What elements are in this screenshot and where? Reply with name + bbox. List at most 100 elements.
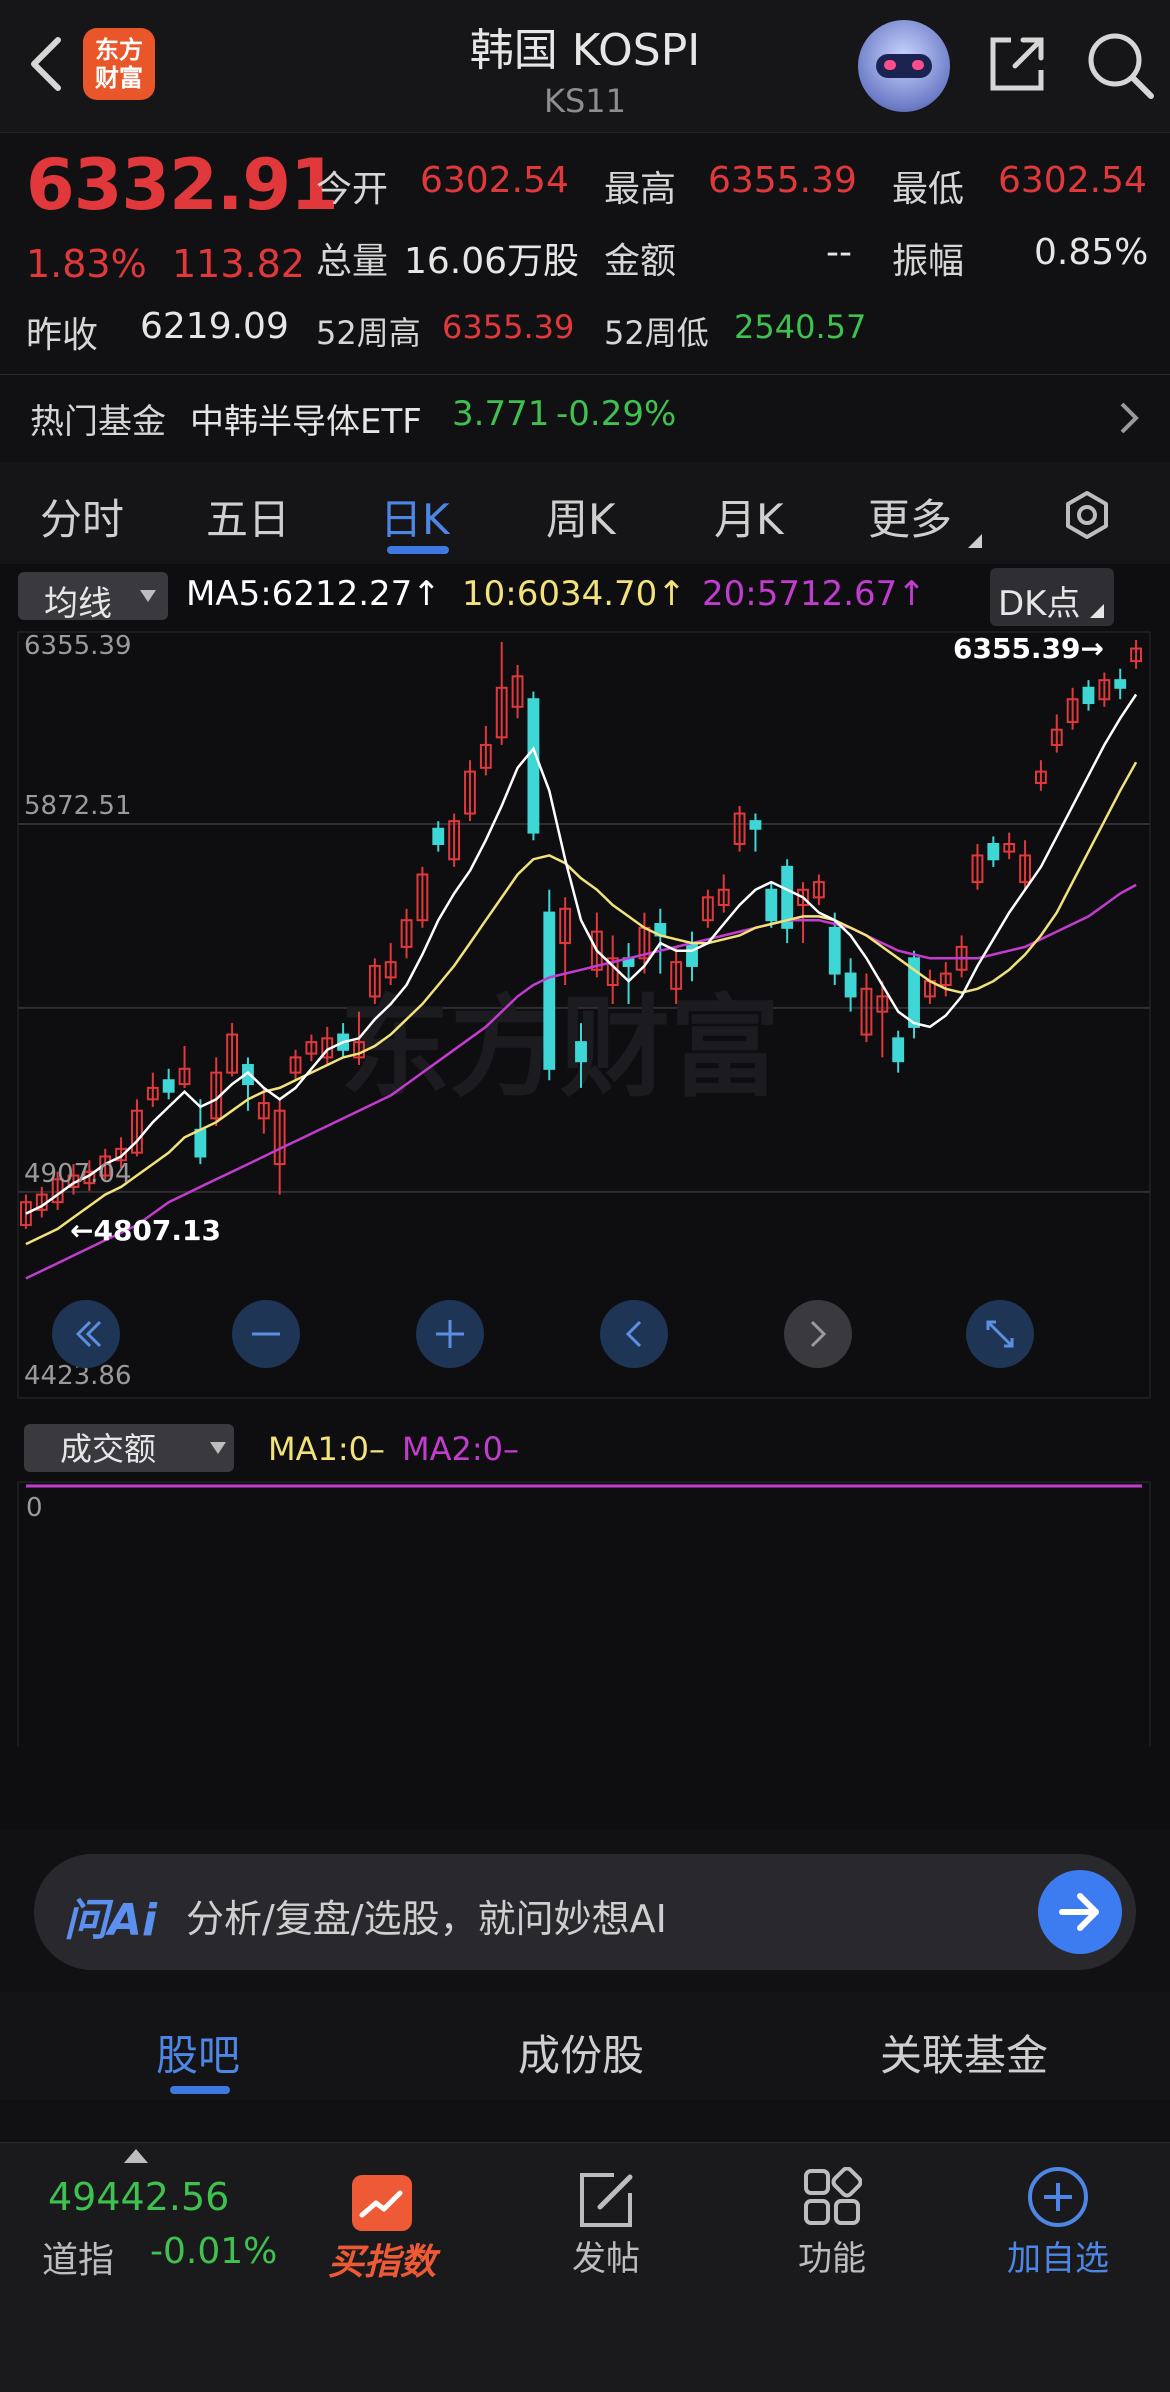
turnover-selector-label: 成交额 bbox=[60, 1430, 156, 1468]
active-tab-indicator bbox=[387, 546, 449, 554]
ma20-value: 20:5712.67↑ bbox=[702, 574, 926, 614]
candle-body bbox=[987, 843, 1000, 861]
divider bbox=[0, 374, 1170, 375]
ai-prompt-input[interactable]: 分析/复盘/选股，就问妙想AI bbox=[186, 1888, 667, 1943]
open-label: 今开 bbox=[316, 169, 389, 210]
chevron-right-icon[interactable] bbox=[784, 1300, 852, 1368]
tab-related-funds[interactable]: 关联基金 bbox=[880, 2022, 1048, 2083]
kline-svg[interactable]: 东方财富 6355.395872.514907.044423.866355.39… bbox=[0, 626, 1170, 1746]
chart-controls bbox=[52, 1300, 1034, 1368]
hot-fund-label: 热门基金 bbox=[30, 402, 166, 442]
top-nav-bar: 东方 财富 韩国 KOSPI KS11 bbox=[0, 0, 1170, 133]
vol-ma1-label: MA1:0– bbox=[268, 1430, 385, 1468]
candle-body bbox=[1082, 686, 1095, 705]
max-price-marker: 6355.39→ bbox=[953, 632, 1104, 665]
candle-body bbox=[162, 1079, 175, 1093]
trend-chart-icon bbox=[352, 2175, 412, 2231]
fullscreen-icon[interactable] bbox=[966, 1300, 1034, 1368]
change-percent: 1.83% bbox=[26, 242, 147, 286]
caret-up-icon bbox=[124, 2149, 148, 2163]
ma5-line bbox=[25, 693, 1138, 1215]
nav-buy-index-label: 买指数 bbox=[327, 2242, 436, 2283]
low-value: 6302.54 bbox=[998, 160, 1147, 201]
nav-buy-index[interactable]: 买指数 bbox=[312, 2163, 452, 2303]
zoom-out-icon[interactable] bbox=[232, 1300, 300, 1368]
dk-corner-icon bbox=[1090, 604, 1104, 618]
watermark: 东方财富 bbox=[340, 984, 780, 1112]
bottom-tab-indicator bbox=[170, 2086, 230, 2094]
dow-change: -0.01% bbox=[150, 2231, 278, 2272]
vol-ma2-label: MA2:0– bbox=[402, 1430, 519, 1468]
ai-logo: 问Ai bbox=[64, 1895, 158, 1946]
tab-weekly-k[interactable]: 周K bbox=[546, 486, 616, 547]
robot-assistant-icon[interactable] bbox=[858, 20, 950, 112]
volume-zero-label: 0 bbox=[26, 1493, 43, 1523]
ai-submit-button[interactable] bbox=[1038, 1870, 1122, 1954]
candle-body bbox=[749, 820, 762, 830]
share-icon[interactable] bbox=[985, 32, 1049, 96]
dow-value[interactable]: 49442.56 bbox=[48, 2175, 229, 2219]
tab-daily-k[interactable]: 日K bbox=[380, 486, 450, 547]
nav-function-label[interactable]: 功能 bbox=[762, 2231, 902, 2280]
tab-constituents[interactable]: 成份股 bbox=[518, 2022, 644, 2083]
settings-gear-icon[interactable] bbox=[1062, 490, 1112, 540]
tab-intraday[interactable]: 分时 bbox=[40, 486, 124, 547]
control-circle bbox=[784, 1300, 852, 1368]
tab-guba[interactable]: 股吧 bbox=[156, 2022, 240, 2083]
candle-body bbox=[892, 1037, 905, 1063]
ma10-value: 10:6034.70↑ bbox=[462, 574, 686, 614]
prev-close-label: 昨收 bbox=[26, 315, 99, 356]
week52-high-value: 6355.39 bbox=[442, 308, 575, 346]
week52-low-label: 52周低 bbox=[604, 314, 709, 352]
hot-fund-bar[interactable]: 热门基金 中韩半导体ETF 3.771 -0.29% bbox=[0, 376, 1170, 460]
ma5-value: MA5:6212.27↑ bbox=[186, 574, 441, 614]
ma-selector-button[interactable]: 均线 bbox=[18, 572, 168, 624]
dow-label: 道指 bbox=[42, 2240, 115, 2281]
bottom-navigation: 49442.56 道指 -0.01% 买指数 发帖 功能 加自选 bbox=[0, 2142, 1170, 2392]
apps-grid-icon[interactable] bbox=[802, 2167, 862, 2227]
control-circle bbox=[600, 1300, 668, 1368]
dropdown-arrow-icon bbox=[140, 590, 156, 602]
double-left-icon[interactable] bbox=[52, 1300, 120, 1368]
edit-post-icon[interactable] bbox=[576, 2169, 636, 2231]
amount-label: 金额 bbox=[604, 241, 677, 282]
week52-high-label: 52周高 bbox=[316, 314, 421, 352]
candle-body bbox=[686, 942, 698, 967]
week52-low-value: 2540.57 bbox=[734, 308, 867, 346]
nav-add-watchlist-label[interactable]: 加自选 bbox=[988, 2231, 1128, 2280]
candle-body bbox=[543, 911, 556, 1070]
candle-body bbox=[1114, 679, 1127, 689]
candle-body bbox=[432, 827, 445, 846]
chart-period-tabs: 分时 五日 日K 周K 月K 更多 bbox=[0, 462, 1170, 564]
candle-body bbox=[765, 888, 778, 922]
hot-fund-change: -0.29% bbox=[556, 394, 677, 434]
high-label: 最高 bbox=[604, 169, 677, 210]
prev-close-value: 6219.09 bbox=[140, 306, 289, 347]
candle-body bbox=[527, 698, 540, 834]
chevron-right-icon bbox=[1120, 402, 1139, 434]
tab-five-day[interactable]: 五日 bbox=[206, 486, 290, 547]
add-favorite-icon[interactable] bbox=[1026, 2165, 1090, 2229]
volume-label: 总量 bbox=[316, 241, 389, 282]
tab-more[interactable]: 更多 bbox=[868, 486, 952, 547]
low-label: 最低 bbox=[892, 169, 965, 210]
hot-fund-price: 3.771 bbox=[452, 394, 550, 434]
amplitude-value: 0.85% bbox=[1034, 232, 1149, 273]
candle-body bbox=[194, 1128, 207, 1158]
chevron-left-icon[interactable] bbox=[600, 1300, 668, 1368]
ma-selector-label: 均线 bbox=[44, 584, 112, 624]
amplitude-label: 振幅 bbox=[892, 241, 965, 282]
min-price-marker: ←4807.13 bbox=[70, 1214, 221, 1247]
zoom-in-icon[interactable] bbox=[416, 1300, 484, 1368]
dk-point-button[interactable]: DK点 bbox=[990, 568, 1114, 626]
y-axis-label: 4907.04 bbox=[24, 1159, 132, 1189]
candle-body bbox=[575, 1041, 587, 1063]
dk-point-label: DK点 bbox=[998, 584, 1081, 624]
nav-post-label[interactable]: 发帖 bbox=[536, 2231, 676, 2280]
candle-body bbox=[844, 972, 857, 998]
community-tabs: 股吧 成份股 关联基金 bbox=[0, 1992, 1170, 2100]
search-icon[interactable] bbox=[1085, 30, 1155, 100]
kline-chart-area[interactable]: 均线 MA5:6212.27↑ 10:6034.70↑ 20:5712.67↑ … bbox=[0, 564, 1170, 1830]
ai-assistant-bar[interactable]: 问Ai 分析/复盘/选股，就问妙想AI bbox=[34, 1854, 1136, 1970]
tab-monthly-k[interactable]: 月K bbox=[714, 486, 784, 547]
